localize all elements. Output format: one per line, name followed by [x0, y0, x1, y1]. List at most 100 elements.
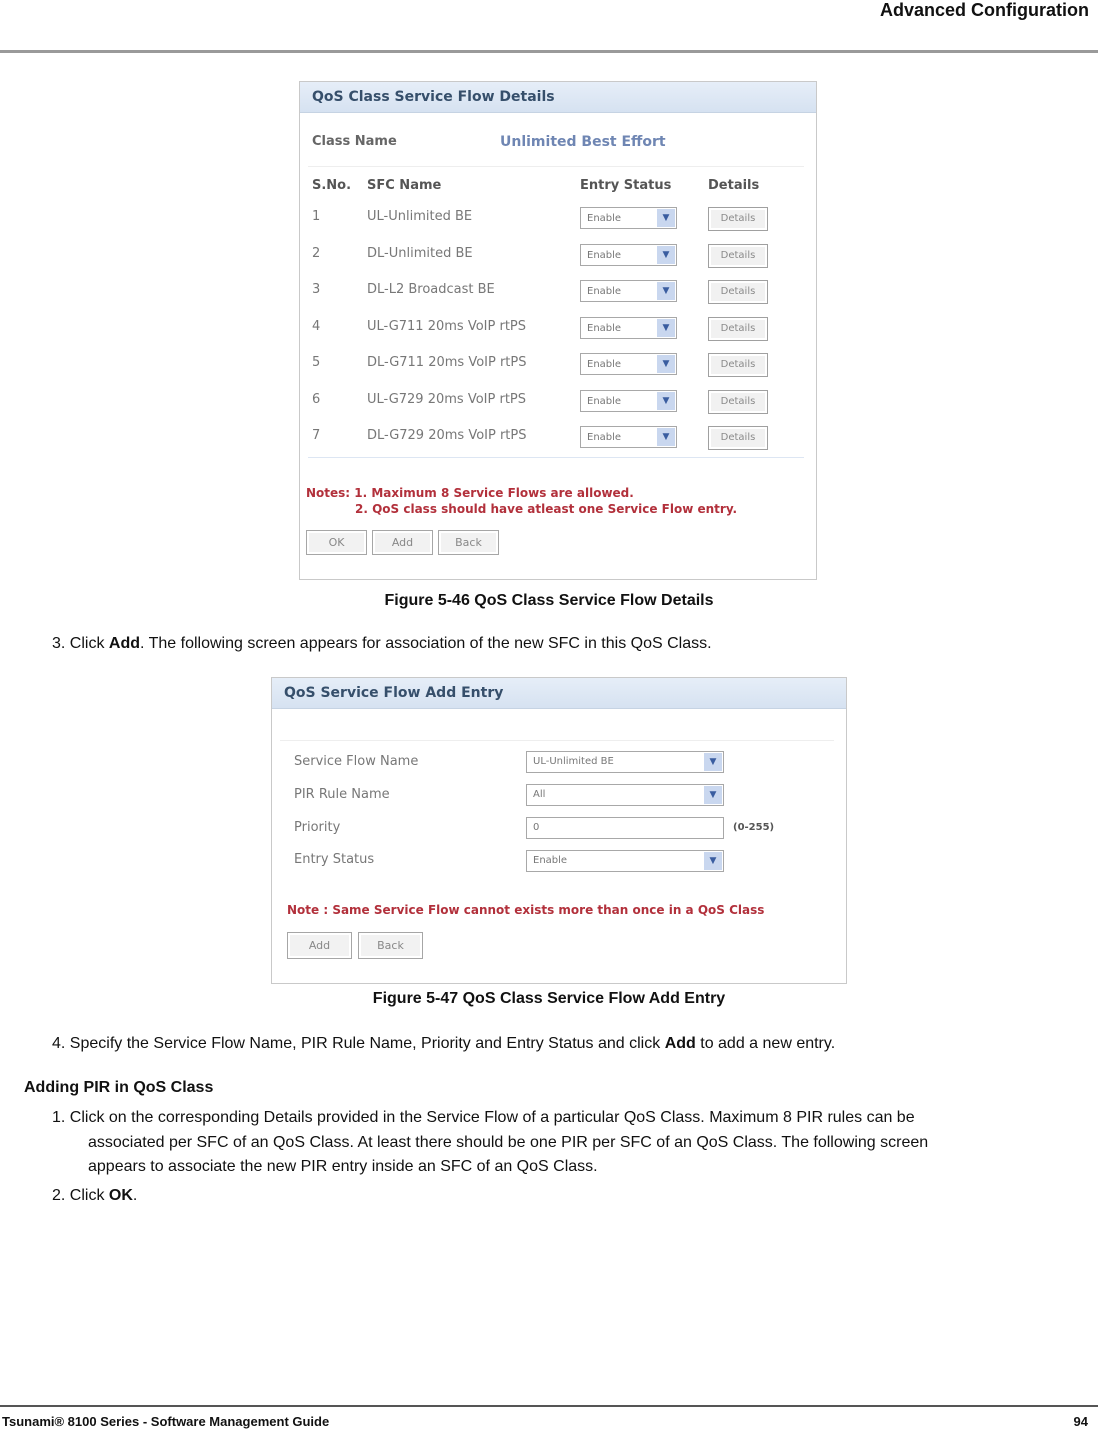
page-number: 94 [1073, 1414, 1088, 1429]
list-item-2-text: 2. Click [52, 1187, 109, 1204]
entry-status-select[interactable]: Enable ▼ [526, 850, 724, 872]
add-button[interactable]: Add [287, 932, 352, 959]
entry-status-select[interactable]: Enable ▼ [580, 280, 677, 302]
divider [308, 457, 804, 458]
details-button[interactable]: Details [708, 316, 768, 341]
chevron-down-icon: ▼ [657, 391, 675, 410]
row-sfc-name: UL-Unlimited BE [367, 209, 473, 224]
footer-rule [0, 1405, 1098, 1407]
details-button[interactable]: Details [708, 207, 768, 231]
select-value: Enable [533, 855, 568, 866]
chevron-down-icon: ▼ [657, 318, 675, 337]
row-sno: 5 [312, 355, 321, 370]
select-value: Enable [587, 213, 622, 224]
details-button[interactable]: Details [708, 426, 768, 450]
row-sno: 7 [312, 428, 321, 443]
details-button[interactable]: Details [708, 280, 768, 304]
step-4-suffix: to add a new entry. [695, 1035, 836, 1052]
entry-status-select[interactable]: Enable ▼ [580, 316, 677, 339]
details-button[interactable]: Details [708, 353, 768, 377]
qos-class-service-flow-panel: QoS Class Service Flow Details Class Nam… [299, 81, 817, 580]
row-sfc-name: DL-G729 20ms VoIP rtPS [367, 428, 527, 443]
step-3-text: 3. Click [52, 635, 109, 652]
row-sno: 1 [312, 209, 321, 224]
step-4-text: 4. Specify the Service Flow Name, PIR Ru… [52, 1035, 665, 1052]
chevron-down-icon: ▼ [657, 282, 675, 300]
entry-status-select[interactable]: Enable ▼ [580, 389, 677, 412]
priority-input[interactable]: 0 [526, 817, 724, 839]
panel-title: QoS Service Flow Add Entry [272, 678, 846, 709]
row-sno: 6 [312, 391, 321, 407]
select-value: Enable [587, 286, 622, 297]
section-heading: Adding PIR in QoS Class [24, 1079, 214, 1096]
entry-status-label: Entry Status [294, 852, 375, 867]
details-button[interactable]: Details [708, 243, 768, 268]
select-value: Enable [587, 432, 622, 443]
input-value: 0 [533, 822, 540, 833]
footer-title: Tsunami® 8100 Series - Software Manageme… [2, 1414, 330, 1429]
page-header-title: Advanced Configuration [879, 0, 1089, 20]
back-button[interactable]: Back [358, 932, 423, 959]
class-name-label: Class Name [312, 134, 397, 149]
entry-status-select[interactable]: Enable ▼ [580, 207, 677, 229]
table-row: 3 DL-L2 Broadcast BE Enable ▼ Details [300, 276, 816, 312]
table-row: 1 UL-Unlimited BE Enable ▼ Details [300, 203, 816, 239]
divider [308, 166, 804, 167]
row-sfc-name: DL-L2 Broadcast BE [367, 282, 495, 297]
chevron-down-icon: ▼ [704, 786, 722, 804]
panel-title: QoS Class Service Flow Details [300, 82, 816, 113]
entry-status-select[interactable]: Enable ▼ [580, 353, 677, 375]
list-item-2-suffix: . [132, 1187, 138, 1204]
list-item-2-bold: OK [108, 1187, 133, 1204]
divider [280, 740, 834, 741]
table-row: 6 UL-G729 20ms VoIP rtPS Enable ▼ Details [300, 386, 816, 422]
entry-status-select[interactable]: Enable ▼ [580, 243, 677, 266]
service-flow-name-label: Service Flow Name [294, 754, 419, 769]
pir-rule-name-select[interactable]: All ▼ [526, 784, 724, 806]
details-button[interactable]: Details [708, 389, 768, 414]
select-value: UL-Unlimited BE [533, 756, 614, 767]
priority-range-hint: (0-255) [733, 822, 775, 833]
back-button[interactable]: Back [438, 530, 499, 555]
chevron-down-icon: ▼ [657, 209, 675, 227]
step-3: 3. Click Add. The following screen appea… [52, 635, 712, 653]
figure-caption: Figure 5-47 QoS Class Service Flow Add E… [372, 990, 726, 1007]
chevron-down-icon: ▼ [657, 355, 675, 373]
step-3-suffix: . The following screen appears for assoc… [140, 635, 712, 652]
pir-rule-name-label: PIR Rule Name [294, 787, 390, 802]
column-header-entry-status: Entry Status [580, 178, 672, 193]
service-flow-name-select[interactable]: UL-Unlimited BE ▼ [526, 751, 724, 773]
column-header-sfc-name: SFC Name [367, 178, 442, 193]
chevron-down-icon: ▼ [704, 852, 722, 870]
chevron-down-icon: ▼ [657, 428, 675, 446]
select-value: Enable [587, 359, 622, 370]
table-row: 5 DL-G711 20ms VoIP rtPS Enable ▼ Details [300, 349, 816, 385]
priority-label: Priority [294, 820, 341, 835]
step-4-bold: Add [664, 1035, 696, 1052]
list-item-1-line-2: associated per SFC of an QoS Class. At l… [88, 1134, 929, 1151]
add-button[interactable]: Add [372, 530, 433, 555]
figure-caption: Figure 5-46 QoS Class Service Flow Detai… [384, 592, 714, 609]
qos-service-flow-add-entry-panel: QoS Service Flow Add Entry Service Flow … [271, 677, 847, 984]
select-value: Enable [587, 395, 622, 407]
class-name-value: Unlimited Best Effort [500, 134, 666, 150]
note: Note : Same Service Flow cannot exists m… [287, 903, 765, 917]
step-4: 4. Specify the Service Flow Name, PIR Ru… [52, 1035, 835, 1053]
step-3-bold: Add [108, 635, 141, 652]
row-sno: 2 [312, 245, 321, 261]
table-row: 7 DL-G729 20ms VoIP rtPS Enable ▼ Details [300, 422, 816, 458]
column-header-sno: S.No. [312, 178, 352, 193]
select-value: Enable [587, 249, 622, 261]
header-rule [0, 50, 1098, 53]
entry-status-select[interactable]: Enable ▼ [580, 426, 677, 448]
chevron-down-icon: ▼ [657, 245, 675, 264]
table-row: 2 DL-Unlimited BE Enable ▼ Details [300, 240, 816, 276]
list-item-1-line-1: 1. Click on the corresponding Details pr… [52, 1109, 915, 1126]
ok-button[interactable]: OK [306, 530, 367, 555]
notes: Notes: 1. Maximum 8 Service Flows are al… [306, 485, 737, 517]
select-value: Enable [587, 322, 622, 334]
row-sfc-name: DL-Unlimited BE [367, 245, 473, 261]
row-sfc-name: UL-G711 20ms VoIP rtPS [367, 318, 527, 334]
select-value: All [533, 789, 546, 800]
row-sfc-name: DL-G711 20ms VoIP rtPS [367, 355, 527, 370]
